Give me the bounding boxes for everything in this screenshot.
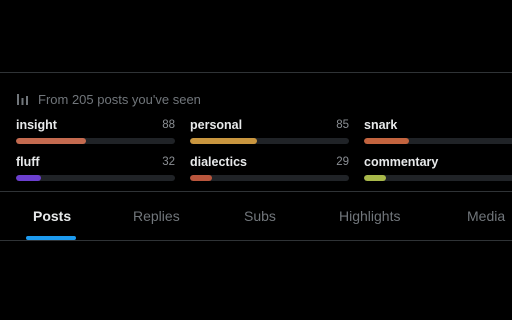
metric-track bbox=[16, 138, 175, 144]
tab-posts[interactable]: Posts bbox=[33, 192, 71, 240]
metric-value: 32 bbox=[162, 156, 175, 168]
metric-fluff: fluff 32 bbox=[16, 155, 175, 181]
metric-track bbox=[364, 138, 512, 144]
metric-track bbox=[190, 175, 349, 181]
metric-dialectics: dialectics 29 bbox=[190, 155, 349, 181]
metric-fill bbox=[364, 175, 387, 181]
metric-fill bbox=[190, 175, 213, 181]
stats-header-text: From 205 posts you've seen bbox=[38, 91, 201, 107]
metric-label: personal bbox=[190, 118, 243, 132]
metric-label: fluff bbox=[16, 155, 40, 169]
metric-track bbox=[364, 175, 512, 181]
tab-subs[interactable]: Subs bbox=[244, 192, 276, 240]
metric-value: 85 bbox=[336, 119, 349, 131]
tab-media[interactable]: Media bbox=[467, 192, 505, 240]
bar-chart-icon bbox=[16, 92, 30, 106]
metric-label: snark bbox=[364, 118, 398, 132]
metric-commentary: commentary bbox=[364, 155, 512, 181]
tab-highlights[interactable]: Highlights bbox=[339, 192, 400, 240]
metric-fill bbox=[190, 138, 257, 144]
metric-insight: insight 88 bbox=[16, 118, 175, 144]
metric-personal: personal 85 bbox=[190, 118, 349, 144]
metric-track bbox=[190, 138, 349, 144]
profile-stats-panel: From 205 posts you've seen insight 88 pe… bbox=[0, 72, 512, 241]
metric-snark: snark bbox=[364, 118, 512, 144]
metric-value: 29 bbox=[336, 156, 349, 168]
metric-track bbox=[16, 175, 175, 181]
metric-value: 88 bbox=[162, 119, 175, 131]
metric-label: dialectics bbox=[190, 155, 247, 169]
tabs-bottom-border bbox=[0, 240, 512, 241]
tab-replies[interactable]: Replies bbox=[133, 192, 180, 240]
stats-header: From 205 posts you've seen bbox=[16, 90, 201, 108]
metric-fill bbox=[364, 138, 409, 144]
metric-fill bbox=[16, 138, 86, 144]
metric-label: insight bbox=[16, 118, 57, 132]
metric-fill bbox=[16, 175, 42, 181]
profile-tabs: Posts Replies Subs Highlights Media bbox=[0, 192, 512, 240]
metric-label: commentary bbox=[364, 155, 439, 169]
